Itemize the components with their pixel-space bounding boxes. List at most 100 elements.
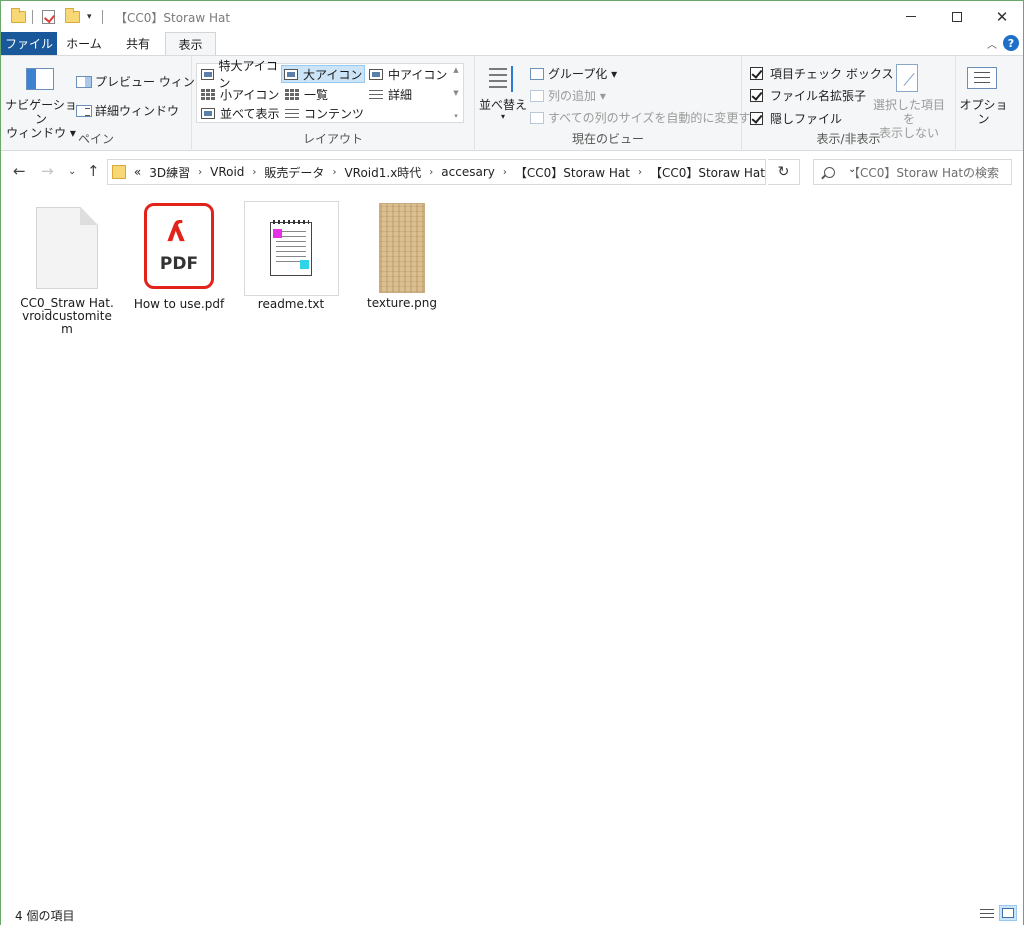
refresh-icon: ↻ xyxy=(777,164,790,180)
preview-pane-icon xyxy=(76,75,92,88)
group-by-label: グループ化 ▾ xyxy=(548,67,618,81)
recent-locations-icon[interactable]: ⌄ xyxy=(68,166,76,177)
close-button[interactable]: ✕ xyxy=(979,1,1024,32)
tiles-icon xyxy=(201,107,215,119)
scroll-up-icon[interactable]: ▲ xyxy=(453,66,458,74)
group-label-pane: ペイン xyxy=(77,132,114,146)
breadcrumb-accesary[interactable]: accesary xyxy=(441,165,495,179)
file-list: CC0_Straw Hat.vroidcustomitem ʎ PDF How … xyxy=(1,193,1023,901)
breadcrumb-vroid1x[interactable]: VRoid1.x時代 xyxy=(344,164,421,181)
small-icons-icon xyxy=(201,88,215,100)
minimize-icon xyxy=(906,16,916,17)
chevron-right-icon[interactable]: › xyxy=(429,167,433,178)
content-icon xyxy=(285,107,299,119)
group-by-icon xyxy=(530,67,544,80)
group-show-hide: 項目チェック ボックス ファイル名拡張子 隠しファイル 選択した項目を 表示しな… xyxy=(742,56,956,151)
tab-home[interactable]: ホーム xyxy=(57,32,111,55)
add-column-icon xyxy=(530,89,544,102)
layout-content[interactable]: コンテンツ xyxy=(283,104,365,122)
ribbon: ナビゲーション ウィンドウ ▾ プレビュー ウィンドウ 詳細ウィンドウ ペイン … xyxy=(1,55,1023,151)
folder-icon xyxy=(112,165,126,179)
breadcrumb-sales-data[interactable]: 販売データ xyxy=(264,164,324,181)
layout-extra-large-icons[interactable]: 特大アイコン xyxy=(199,59,281,90)
breadcrumb-vroid[interactable]: VRoid xyxy=(210,165,244,179)
group-label-current-view: 現在のビュー xyxy=(571,132,644,146)
help-icon[interactable]: ? xyxy=(1003,35,1019,51)
scroll-down-icon[interactable]: ▼ xyxy=(453,89,458,97)
hide-selected-icon xyxy=(896,64,918,92)
breadcrumb-3d-practice[interactable]: 3D練習 xyxy=(149,164,190,181)
layout-label: コンテンツ xyxy=(304,106,365,121)
breadcrumb-storaw-hat-current[interactable]: 【CC0】Storaw Hat xyxy=(650,164,765,181)
tab-file[interactable]: ファイル xyxy=(1,32,57,55)
layout-tiles[interactable]: 並べて表示 xyxy=(199,104,281,122)
customize-toolbar-icon[interactable]: ▾ xyxy=(87,8,92,26)
add-column-button[interactable]: 列の追加 ▾ xyxy=(530,87,606,104)
separator xyxy=(32,8,33,26)
details-pane-icon xyxy=(76,104,92,117)
explorer-window: ▾ 【CC0】Storaw Hat ✕ ファイル ホーム 共有 表示 ︿ ? ナ… xyxy=(0,0,1024,925)
layout-gallery: 特大アイコン 大アイコン 中アイコン 小アイコン 一覧 詳細 並べて表示 コンテ… xyxy=(196,59,464,123)
address-bar[interactable]: « 3D練習 › VRoid › 販売データ › VRoid1.x時代 › ac… xyxy=(107,159,856,185)
file-item[interactable]: texture.png xyxy=(353,203,451,310)
details-pane-label: 詳細ウィンドウ xyxy=(95,104,180,118)
image-thumbnail xyxy=(379,203,425,293)
hidden-items-toggle[interactable]: 隠しファイル xyxy=(750,110,842,127)
new-folder-icon[interactable] xyxy=(65,8,80,26)
group-by-button[interactable]: グループ化 ▾ xyxy=(530,65,617,82)
layout-large-icons[interactable]: 大アイコン xyxy=(281,65,365,83)
layout-details[interactable]: 詳細 xyxy=(367,85,449,103)
group-layout: 特大アイコン 大アイコン 中アイコン 小アイコン 一覧 詳細 並べて表示 コンテ… xyxy=(192,56,475,151)
layout-medium-icons[interactable]: 中アイコン xyxy=(367,65,451,83)
item-checkboxes-toggle[interactable]: 項目チェック ボックス xyxy=(750,65,893,82)
item-count: 4 個の項目 xyxy=(15,909,75,923)
chevron-right-icon[interactable]: › xyxy=(198,167,202,178)
file-item[interactable]: ʎ PDF How to use.pdf xyxy=(130,203,228,311)
file-item[interactable]: CC0_Straw Hat.vroidcustomitem xyxy=(18,207,116,336)
file-extensions-toggle[interactable]: ファイル名拡張子 xyxy=(750,87,866,104)
chevron-right-icon[interactable]: › xyxy=(252,167,256,178)
text-file-thumbnail xyxy=(243,201,339,296)
large-icons-icon xyxy=(284,68,298,80)
layout-list[interactable]: 一覧 xyxy=(283,85,365,103)
maximize-button[interactable] xyxy=(934,1,980,32)
address-row: ← → ⌄ ↑ « 3D練習 › VRoid › 販売データ › VRoid1.… xyxy=(1,151,1023,193)
search-input[interactable]: 【CC0】Storaw Hatの検索 xyxy=(813,159,1012,185)
generic-file-icon xyxy=(36,207,98,289)
layout-gallery-scroll[interactable]: ▲ ▼ ▾ xyxy=(449,64,463,122)
chevron-up-icon[interactable]: ︿ xyxy=(987,36,997,51)
tab-view[interactable]: 表示 xyxy=(165,32,216,56)
layout-label: 一覧 xyxy=(304,87,329,102)
chevron-right-icon[interactable]: › xyxy=(332,167,336,178)
large-icons-view-icon[interactable] xyxy=(999,905,1017,921)
chevron-right-icon[interactable]: › xyxy=(638,167,642,178)
tab-share[interactable]: 共有 xyxy=(111,32,165,55)
minimize-button[interactable] xyxy=(888,1,934,32)
details-pane-button[interactable]: 詳細ウィンドウ xyxy=(76,102,179,119)
add-column-label: 列の追加 ▾ xyxy=(548,89,606,103)
details-view-icon[interactable] xyxy=(978,905,996,921)
file-name: CC0_Straw Hat.vroidcustomitem xyxy=(20,296,114,336)
breadcrumb-storaw-hat-parent[interactable]: 【CC0】Storaw Hat xyxy=(515,164,630,181)
layout-small-icons[interactable]: 小アイコン xyxy=(199,85,281,103)
breadcrumb-overflow[interactable]: « xyxy=(134,165,141,179)
group-label-show-hide: 表示/非表示 xyxy=(816,132,881,146)
back-arrow-icon[interactable]: ← xyxy=(13,162,26,180)
item-checkboxes-label: 項目チェック ボックス xyxy=(770,67,894,81)
refresh-button[interactable]: ↻ xyxy=(768,159,800,185)
separator xyxy=(102,8,103,26)
pdf-icon: ʎ PDF xyxy=(144,203,214,289)
forward-arrow-icon[interactable]: → xyxy=(41,162,54,180)
file-name: How to use.pdf xyxy=(133,297,225,311)
maximize-icon xyxy=(952,11,962,22)
checkbox-icon xyxy=(750,112,763,125)
file-item[interactable]: readme.txt xyxy=(242,201,340,311)
up-arrow-icon[interactable]: ↑ xyxy=(87,162,100,180)
chevron-right-icon[interactable]: › xyxy=(503,167,507,178)
title-bar: ▾ 【CC0】Storaw Hat ✕ xyxy=(1,1,1023,32)
details-icon xyxy=(369,88,383,100)
size-all-columns-button[interactable]: すべての列のサイズを自動的に変更する xyxy=(530,109,762,126)
window-title: 【CC0】Storaw Hat xyxy=(115,11,231,25)
expand-gallery-icon[interactable]: ▾ xyxy=(454,112,458,120)
properties-icon[interactable] xyxy=(42,8,55,26)
